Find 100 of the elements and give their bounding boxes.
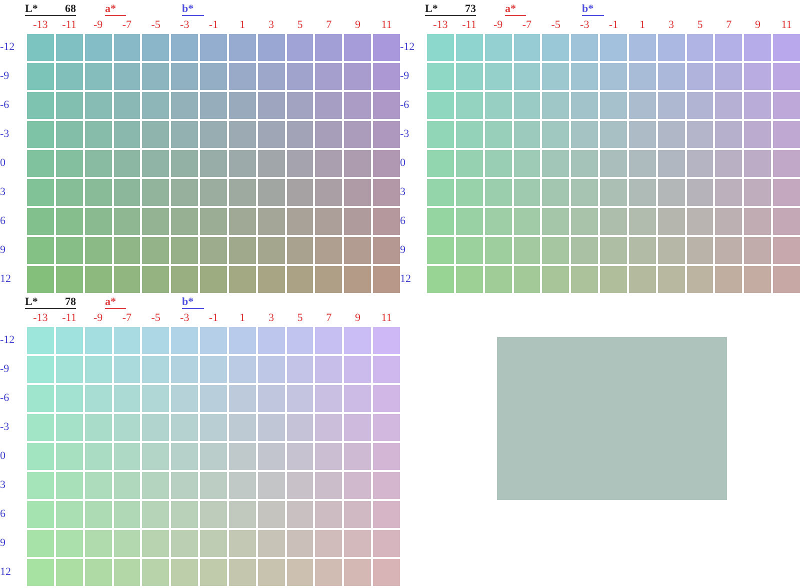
row-label: 9 xyxy=(0,243,6,258)
color-swatch xyxy=(715,92,742,119)
color-swatch xyxy=(773,63,800,90)
column-label: 1 xyxy=(238,18,246,32)
color-swatch xyxy=(258,34,285,61)
color-swatch xyxy=(744,150,772,177)
color-swatch xyxy=(315,121,342,148)
color-swatch xyxy=(56,179,83,206)
column-label: 1 xyxy=(638,18,646,32)
color-swatch xyxy=(286,34,314,61)
color-swatch xyxy=(427,150,454,177)
color-swatch xyxy=(171,385,198,412)
color-swatch xyxy=(315,150,342,177)
row-label: -6 xyxy=(0,98,10,113)
color-swatch xyxy=(228,266,256,293)
color-swatch xyxy=(686,34,714,61)
color-swatch xyxy=(27,530,54,557)
row-label: -3 xyxy=(0,420,10,435)
color-swatch xyxy=(228,92,256,119)
color-swatch xyxy=(315,266,342,293)
color-swatch xyxy=(686,179,714,206)
color-swatch xyxy=(171,34,198,61)
color-swatch xyxy=(114,530,140,557)
column-label: -9 xyxy=(92,18,104,32)
color-swatch xyxy=(114,266,140,293)
color-swatch xyxy=(600,63,627,90)
color-swatch xyxy=(315,530,342,557)
color-swatch xyxy=(600,237,627,264)
color-swatch xyxy=(571,150,598,177)
color-swatch xyxy=(228,150,256,177)
color-swatch xyxy=(315,92,342,119)
color-swatch xyxy=(484,266,512,293)
color-swatch xyxy=(114,443,140,470)
color-swatch xyxy=(344,472,372,499)
color-swatch xyxy=(286,237,314,264)
color-swatch xyxy=(258,530,285,557)
color-swatch xyxy=(171,63,198,90)
color-swatch xyxy=(344,179,372,206)
column-label: -9 xyxy=(492,18,504,32)
color-swatch xyxy=(628,34,656,61)
color-swatch xyxy=(542,34,570,61)
color-swatch xyxy=(686,237,714,264)
color-swatch xyxy=(514,150,540,177)
color-swatch xyxy=(628,179,656,206)
column-label: 7 xyxy=(325,18,333,32)
color-swatch xyxy=(571,63,598,90)
color-swatch xyxy=(456,266,483,293)
color-swatch xyxy=(84,266,112,293)
color-swatch xyxy=(56,150,83,177)
color-swatch xyxy=(171,92,198,119)
color-swatch xyxy=(27,92,54,119)
color-swatch xyxy=(427,92,454,119)
color-swatch xyxy=(27,150,54,177)
color-swatch xyxy=(258,92,285,119)
color-swatch xyxy=(228,501,256,528)
column-label: 3 xyxy=(267,311,275,325)
color-swatch xyxy=(744,208,772,235)
color-swatch xyxy=(114,327,140,354)
column-label: -11 xyxy=(461,18,478,32)
color-swatch xyxy=(200,266,227,293)
color-swatch xyxy=(56,121,83,148)
row-label: 3 xyxy=(0,478,6,493)
color-swatch xyxy=(715,150,742,177)
column-label: 5 xyxy=(296,311,304,325)
row-label: -6 xyxy=(0,391,10,406)
color-swatch xyxy=(171,179,198,206)
color-swatch xyxy=(344,501,372,528)
color-swatch xyxy=(514,179,540,206)
color-swatch xyxy=(114,208,140,235)
color-swatch xyxy=(344,34,372,61)
row-label: -3 xyxy=(0,127,10,142)
color-swatch xyxy=(84,63,112,90)
color-swatch xyxy=(373,92,400,119)
column-label: 9 xyxy=(354,311,362,325)
color-swatch xyxy=(27,121,54,148)
a-star-label: a* xyxy=(105,296,126,309)
column-label: 9 xyxy=(754,18,762,32)
color-swatch xyxy=(744,237,772,264)
color-swatch xyxy=(373,208,400,235)
color-swatch xyxy=(142,327,170,354)
color-swatch xyxy=(315,443,342,470)
column-label: -7 xyxy=(121,18,133,32)
color-swatch xyxy=(171,356,198,383)
color-swatch xyxy=(715,179,742,206)
color-swatch xyxy=(344,237,372,264)
color-swatch xyxy=(514,208,540,235)
column-label: -1 xyxy=(208,18,220,32)
color-swatch xyxy=(344,559,372,586)
color-swatch xyxy=(658,266,685,293)
row-label: 6 xyxy=(0,507,6,522)
color-swatch xyxy=(114,472,140,499)
color-swatch xyxy=(56,266,83,293)
color-swatch xyxy=(658,63,685,90)
row-label: 12 xyxy=(0,272,12,287)
color-swatch xyxy=(514,237,540,264)
color-swatch xyxy=(200,237,227,264)
color-swatch xyxy=(228,208,256,235)
color-swatch xyxy=(200,472,227,499)
color-swatch xyxy=(344,121,372,148)
color-swatch xyxy=(744,266,772,293)
